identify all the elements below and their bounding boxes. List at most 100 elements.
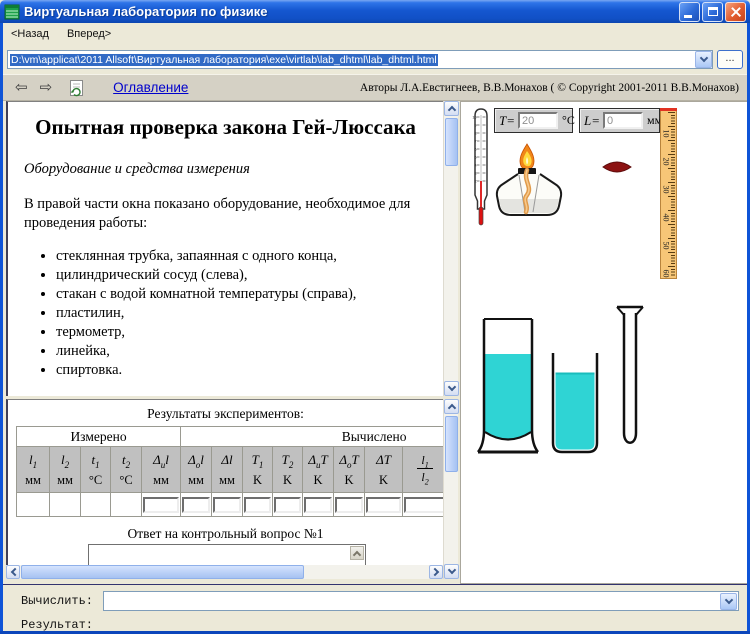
equipment-list: стеклянная трубка, запаянная с одного ко… xyxy=(56,247,443,380)
back-icon[interactable]: ⇦ xyxy=(15,80,28,95)
document-panel: Опытная проверка закона Гей-Люссака Обор… xyxy=(6,101,443,396)
value-input[interactable] xyxy=(366,497,401,513)
svg-text:5: 5 xyxy=(474,155,476,159)
cell-input xyxy=(243,493,273,517)
address-input[interactable]: D:\vm\applicat\2011 Allsoft\Виртуальная … xyxy=(7,50,713,69)
results-vscrollbar[interactable] xyxy=(443,399,458,579)
temperature-input[interactable] xyxy=(518,112,558,129)
results-panel: Результаты экспериментов: Измерено Вычис… xyxy=(6,399,443,565)
value-input[interactable] xyxy=(182,497,210,513)
svg-text:9: 9 xyxy=(474,123,476,127)
list-item: спиртовка. xyxy=(56,361,443,380)
browse-button[interactable]: ... xyxy=(717,50,743,69)
svg-text:3: 3 xyxy=(474,171,476,175)
list-item: линейка, xyxy=(56,342,443,361)
menu-back[interactable]: <Назад xyxy=(11,28,49,40)
authors-text: Авторы Л.А.Евстигнеев, В.В.Монахов ( © C… xyxy=(188,82,747,94)
cell-input xyxy=(334,493,365,517)
scroll-thumb[interactable] xyxy=(445,416,458,472)
value-input[interactable] xyxy=(404,497,443,513)
scroll-thumb[interactable] xyxy=(21,565,304,579)
cell-l2[interactable] xyxy=(50,493,81,517)
window-title: Виртуальная лаборатория по физике xyxy=(24,4,677,19)
col-header: ΔоTK xyxy=(334,447,365,493)
col-header: ΔTK xyxy=(365,447,403,493)
group-calculated: Вычислено xyxy=(181,427,443,447)
chevron-up-icon xyxy=(447,404,455,412)
col-header: T2K xyxy=(273,447,303,493)
value-input[interactable] xyxy=(143,497,179,513)
cylinder-vessel-icon[interactable] xyxy=(477,316,539,458)
length-input[interactable] xyxy=(603,112,643,129)
list-item: стакан с водой комнатной температуры (сп… xyxy=(56,285,443,304)
glass-tube-icon[interactable] xyxy=(615,303,645,455)
scroll-thumb[interactable] xyxy=(445,118,458,166)
chevron-down-icon xyxy=(699,54,707,62)
ruler-icon[interactable]: 10 20 30 40 50 60 xyxy=(660,108,677,279)
value-input[interactable] xyxy=(335,497,363,513)
spirit-lamp-icon[interactable] xyxy=(493,143,565,221)
length-label: L= xyxy=(584,113,600,129)
results-table: Измерено Вычислено l1мм l2мм t1°C t2°C Δ… xyxy=(16,426,443,517)
equipment-panel: 10 9 8 7 6 5 4 3 2 T= °C L= мм 10 xyxy=(460,101,747,584)
compute-label: Вычислить: xyxy=(21,594,93,608)
scroll-up-button[interactable] xyxy=(444,101,459,116)
value-input[interactable] xyxy=(244,497,271,513)
svg-text:10: 10 xyxy=(472,115,476,119)
temperature-panel: T= °C xyxy=(494,108,573,133)
answer-textarea[interactable] xyxy=(88,544,366,565)
scroll-down-button[interactable] xyxy=(444,381,459,396)
scroll-up-button[interactable] xyxy=(444,399,459,414)
contents-link[interactable]: Оглавление xyxy=(113,80,188,95)
results-hscrollbar[interactable] xyxy=(6,565,443,579)
col-header: Δоlмм xyxy=(181,447,212,493)
col-header: t1°C xyxy=(81,447,111,493)
menu-forward[interactable]: Вперед> xyxy=(67,28,111,40)
list-item: стеклянная трубка, запаянная с одного ко… xyxy=(56,247,443,266)
list-item: цилиндрический сосуд (слева), xyxy=(56,266,443,285)
close-button[interactable] xyxy=(725,2,746,22)
address-text[interactable]: D:\vm\applicat\2011 Allsoft\Виртуальная … xyxy=(8,54,695,66)
result-label: Результат: xyxy=(21,618,93,632)
svg-text:8: 8 xyxy=(474,131,476,135)
refresh-icon[interactable] xyxy=(68,79,85,97)
minimize-button[interactable] xyxy=(679,2,700,22)
address-dropdown-button[interactable] xyxy=(695,51,712,68)
value-input[interactable] xyxy=(213,497,241,513)
compute-dropdown-button[interactable] xyxy=(720,593,737,610)
col-header: t2°C xyxy=(111,447,142,493)
svg-text:4: 4 xyxy=(474,163,476,167)
scroll-left-button[interactable] xyxy=(6,565,20,579)
chevron-down-icon xyxy=(447,383,455,391)
plasticine-icon[interactable] xyxy=(601,159,633,175)
scroll-down-button[interactable] xyxy=(444,564,459,579)
value-input[interactable] xyxy=(274,497,301,513)
scroll-right-button[interactable] xyxy=(429,565,443,579)
chevron-left-icon xyxy=(10,568,18,576)
address-bar: D:\vm\applicat\2011 Allsoft\Виртуальная … xyxy=(3,45,747,74)
doc-scrollbar[interactable] xyxy=(443,101,458,396)
temperature-unit: °C xyxy=(562,113,575,128)
maximize-button[interactable] xyxy=(702,2,723,22)
value-input[interactable] xyxy=(304,497,332,513)
cell-input xyxy=(212,493,243,517)
cell-input xyxy=(303,493,334,517)
cell-t1[interactable] xyxy=(81,493,111,517)
thermometer-icon[interactable]: 10 9 8 7 6 5 4 3 2 xyxy=(468,107,494,229)
textarea-scroll-up-button[interactable] xyxy=(350,546,364,560)
water-glass-icon[interactable] xyxy=(549,351,601,455)
answer-label: Ответ на контрольный вопрос №1 xyxy=(8,526,443,542)
compute-select[interactable] xyxy=(103,591,739,611)
forward-icon[interactable]: ⇨ xyxy=(40,80,53,95)
temperature-label: T= xyxy=(499,113,515,129)
ruler-cap xyxy=(660,108,677,111)
cell-input xyxy=(142,493,181,517)
cell-l1[interactable] xyxy=(17,493,50,517)
window-border xyxy=(0,20,3,634)
svg-text:2: 2 xyxy=(474,179,476,183)
maximize-icon xyxy=(708,7,718,16)
chevron-down-icon xyxy=(724,595,732,603)
results-title: Результаты экспериментов: xyxy=(8,406,443,422)
cell-t2[interactable] xyxy=(111,493,142,517)
chevron-right-icon xyxy=(430,568,438,576)
